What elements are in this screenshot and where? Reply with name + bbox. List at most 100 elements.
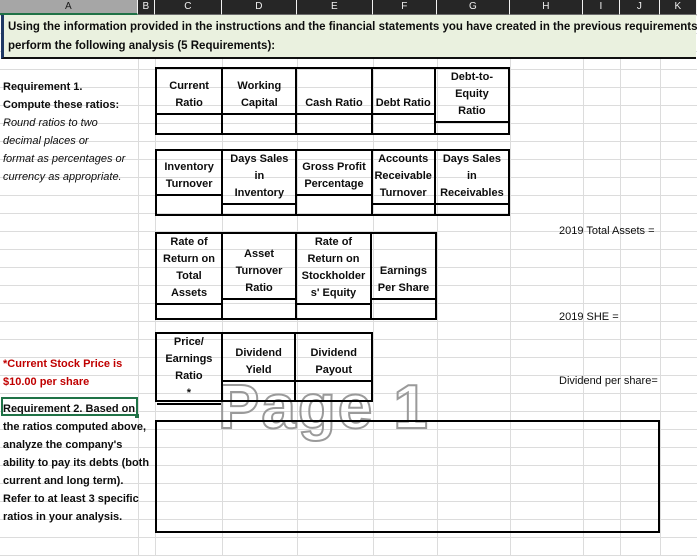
requirement-2-line-2[interactable]: the ratios computed above, — [3, 418, 146, 436]
ratio-header-line: Days Sales in — [230, 153, 289, 182]
requirement-2-line-3[interactable]: analyze the company's — [3, 436, 122, 454]
ratio-header-cell: Price/Earnings Ratio * — [157, 334, 221, 405]
ratio-header-cell: Rate of Return on Stockholder s' Equity — [297, 234, 370, 305]
ratio-column: Price/Earnings Ratio * — [157, 334, 223, 405]
ratio-header-line: Total — [176, 270, 202, 282]
requirement-1-note-line-2[interactable]: decimal places or — [3, 132, 89, 150]
ratio-header-line: Ratio — [175, 97, 203, 109]
ratio-answer-cell[interactable] — [223, 205, 295, 223]
ratio-answer-cell[interactable] — [436, 205, 508, 223]
ratio-header-line: s' Equity — [310, 287, 357, 299]
requirement-2-line-5[interactable]: current and long term). — [3, 472, 123, 490]
ratio-answer-cell[interactable] — [373, 205, 434, 223]
stock-price-note-line-1[interactable]: *Current Stock Price is — [3, 355, 122, 373]
ratio-answer-cell[interactable] — [296, 382, 371, 400]
ratio-header-line: Payout — [315, 364, 353, 376]
profitability-ratios-table: Rate of Return on Total Assets Asset Turnover… — [155, 232, 437, 320]
ratio-answer-cell[interactable] — [157, 196, 221, 214]
footnote-asterisk: * — [186, 387, 192, 399]
ratio-answer-cell[interactable] — [157, 405, 221, 423]
ratio-answer-cell[interactable] — [297, 196, 370, 214]
ratio-header-line: Equity — [455, 88, 489, 100]
ratio-header-line: Turnover — [379, 187, 427, 199]
requirement-2-line-7[interactable]: ratios in your analysis. — [3, 508, 122, 526]
ratio-answer-cell[interactable] — [157, 305, 221, 323]
ratio-column: Days Sales in Inventory — [223, 151, 298, 214]
ratio-column: Current Ratio — [157, 69, 224, 133]
ratio-header-line: Capital — [240, 97, 278, 109]
column-header-a[interactable]: A — [0, 0, 138, 15]
instructions-line-2: perform the following analysis (5 Requir… — [8, 40, 276, 52]
ratio-header-cell: Current Ratio — [157, 69, 222, 115]
ratio-answer-cell[interactable] — [373, 115, 434, 133]
ratio-header-cell: Days Sales in Inventory — [223, 151, 296, 205]
ratio-header-line: Inventory — [234, 187, 285, 199]
column-header-h[interactable]: H — [510, 0, 583, 15]
column-header-g[interactable]: G — [437, 0, 510, 15]
ratio-header-cell: Gross Profit Percentage — [297, 151, 371, 196]
ratio-column: Dividend Yield — [222, 334, 297, 400]
ratio-header-line: Yield — [245, 364, 272, 376]
ratio-header-cell: Earnings Per Share — [371, 234, 435, 300]
ratio-header-line: Rate of — [314, 236, 353, 248]
label-dividend-per-share[interactable]: Dividend per share= — [559, 372, 658, 390]
ratio-header-line: Ratio * — [165, 368, 212, 402]
fill-handle[interactable] — [135, 414, 139, 418]
ratio-header-cell: Debt-to- Equity Ratio — [435, 69, 508, 123]
ratio-header-line: Current — [169, 80, 209, 92]
label-2019-total-assets[interactable]: 2019 Total Assets = — [559, 222, 655, 240]
ratio-answer-cell[interactable] — [297, 115, 370, 133]
requirement-1-title-line-1[interactable]: Requirement 1. — [3, 78, 82, 96]
ratio-header-line: Gross Profit — [302, 161, 366, 173]
instructions-line-1: Using the information provided in the in… — [8, 21, 697, 33]
ratio-header-line: Earnings — [379, 265, 427, 277]
requirement-2-line-4[interactable]: ability to pay its debts (both — [3, 454, 149, 472]
ratio-answer-cell[interactable] — [372, 300, 435, 318]
column-header-i[interactable]: I — [583, 0, 620, 15]
ratio-header-line: Price/ — [173, 336, 204, 348]
ratio-header-cell: Working Capital — [223, 69, 296, 115]
column-header-d[interactable]: D — [222, 0, 297, 15]
ratio-answer-cell[interactable] — [157, 115, 221, 133]
column-header-f[interactable]: F — [373, 0, 437, 15]
column-header-e[interactable]: E — [297, 0, 373, 15]
requirement-1-note-line-4[interactable]: currency as appropriate. — [3, 168, 122, 186]
ratio-header-line: Assets — [170, 287, 208, 299]
ratio-header-line: Inventory — [164, 161, 214, 173]
ratio-header-cell: Asset Turnover Ratio — [223, 234, 295, 300]
ratio-column: Rate of Return on Stockholder s' Equity — [297, 234, 372, 318]
column-header-j[interactable]: J — [620, 0, 660, 15]
column-header-b[interactable]: B — [138, 0, 155, 15]
efficiency-ratios-table: Inventory Turnover Days Sales in Inventory G… — [155, 149, 510, 216]
ratio-column: Debt Ratio — [372, 69, 436, 133]
requirement-1-note-line-1[interactable]: Round ratios to two — [3, 114, 98, 132]
ratio-answer-cell[interactable] — [223, 115, 295, 133]
ratio-header-line: Rate of — [170, 236, 208, 248]
requirement-1-title-line-2[interactable]: Compute these ratios: — [3, 96, 119, 114]
ratio-header-line: in — [467, 170, 477, 182]
ratio-answer-cell[interactable] — [436, 123, 508, 141]
column-header-c[interactable]: C — [155, 0, 222, 15]
ratio-answer-cell[interactable] — [223, 300, 295, 318]
requirement-2-answer-box[interactable] — [155, 420, 660, 533]
label-2019-she[interactable]: 2019 SHE = — [559, 308, 619, 326]
requirement-1-note-line-3[interactable]: format as percentages or — [3, 150, 125, 168]
worksheet-content: Using the information provided in the in… — [0, 15, 697, 556]
ratio-header-line: Debt Ratio — [375, 97, 431, 109]
ratio-header-line: Stockholder — [301, 270, 366, 282]
ratio-header-line: Turnover — [235, 265, 283, 277]
ratio-column: Asset Turnover Ratio — [223, 234, 297, 318]
ratio-column: Inventory Turnover — [157, 151, 224, 214]
ratio-header-line: Earnings — [165, 353, 213, 365]
column-header-k[interactable]: K — [660, 0, 697, 15]
ratio-header-line: Receivable — [374, 170, 432, 182]
ratio-header-cell: Dividend Payout — [296, 334, 371, 382]
ratio-column: Cash Ratio — [297, 69, 373, 133]
stock-price-note-line-2[interactable]: $10.00 per share — [3, 373, 89, 391]
ratio-header-cell: Cash Ratio — [297, 69, 371, 115]
ratio-answer-cell[interactable] — [223, 382, 295, 400]
liquidity-solvency-ratios-table: Current Ratio Working Capital Cash Ratio Debt… — [155, 67, 510, 135]
requirement-2-line-6[interactable]: Refer to at least 3 specific — [3, 490, 139, 508]
ratio-header-line: Turnover — [165, 178, 213, 190]
ratio-answer-cell[interactable] — [297, 305, 370, 323]
